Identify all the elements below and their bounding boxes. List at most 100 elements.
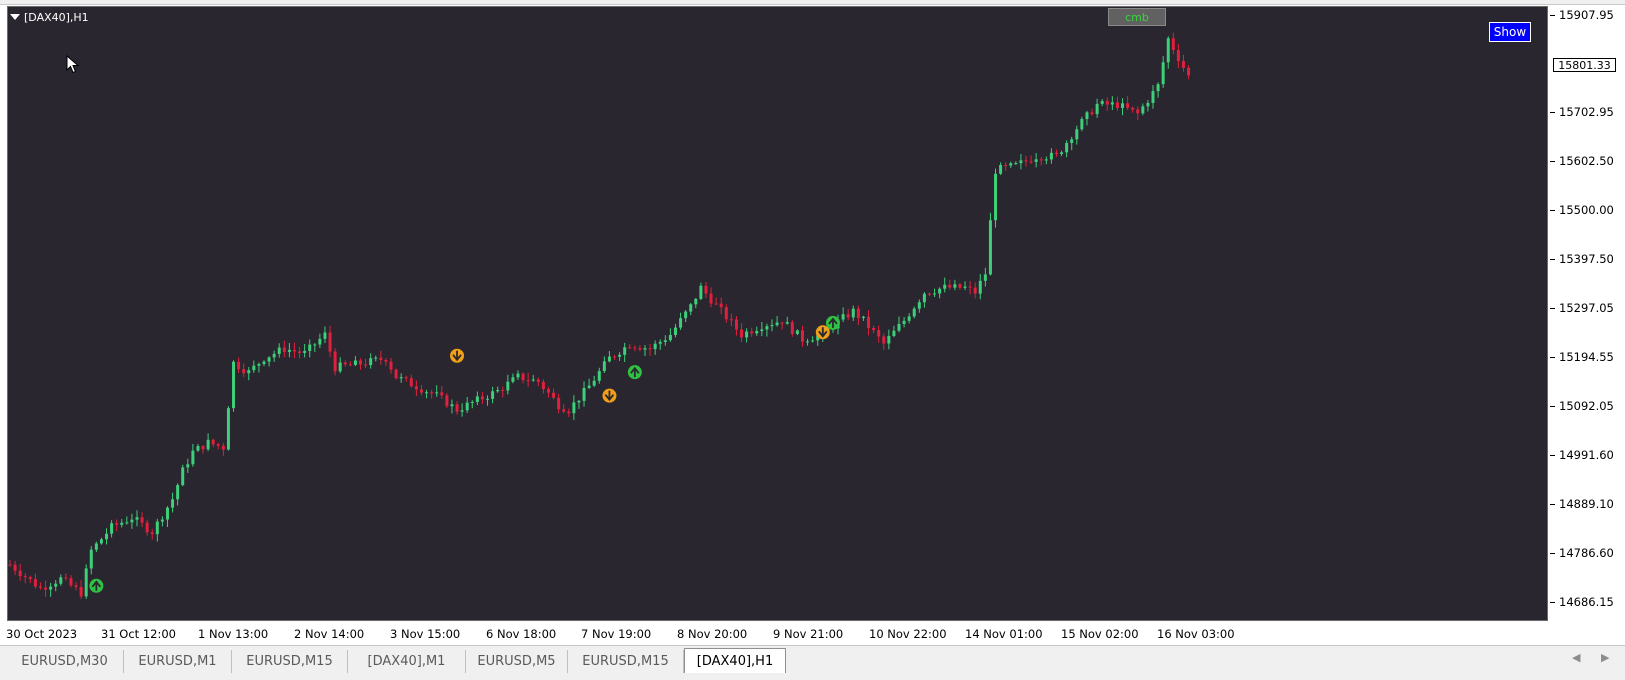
candle-body (425, 392, 429, 394)
candle-body (282, 347, 286, 352)
candle-body (760, 329, 764, 332)
candlestick-series (8, 32, 1191, 599)
candle-body (201, 446, 205, 450)
candle-body (455, 404, 459, 412)
candle-body (785, 322, 789, 324)
sell-signal-icon (602, 388, 617, 403)
buy-signal-icon (627, 365, 642, 380)
price-label: 15602.50 (1559, 154, 1614, 168)
candle-body (1085, 112, 1089, 120)
candle-body (927, 293, 931, 295)
show-button[interactable]: Show (1489, 22, 1531, 42)
time-label: 15 Nov 02:00 (1061, 627, 1139, 641)
tab-dax40-h1[interactable]: [DAX40],H1 (684, 648, 786, 673)
candle-body (907, 316, 911, 321)
price-label: 15397.50 (1559, 252, 1614, 266)
candle-body (618, 354, 622, 357)
tab-scroll-left-icon[interactable]: ◀ (1572, 651, 1580, 664)
time-label: 7 Nov 19:00 (581, 627, 652, 641)
candle-body (79, 587, 83, 597)
candle-body (1039, 159, 1043, 161)
candle-body (668, 334, 672, 341)
candle-body (902, 320, 906, 324)
time-label: 6 Nov 18:00 (486, 627, 557, 641)
candle-body (28, 577, 32, 579)
candle-body (724, 307, 728, 320)
candle-body (374, 357, 378, 359)
candle-body (846, 314, 850, 318)
candle-body (308, 344, 312, 351)
candle-body (887, 336, 891, 344)
candle-body (1054, 152, 1058, 155)
candle-body (99, 539, 103, 544)
candle-body (892, 330, 896, 337)
time-label: 14 Nov 01:00 (965, 627, 1043, 641)
tab-eurusd-m1[interactable]: EURUSD,M1 (124, 650, 232, 673)
candle-body (226, 408, 230, 450)
candle-body (216, 444, 220, 446)
price-label: 14686.15 (1559, 595, 1614, 609)
candle-body (983, 274, 987, 281)
candle-body (359, 360, 363, 365)
candle-body (64, 577, 68, 579)
candle-body (419, 389, 423, 393)
candle-body (69, 578, 73, 586)
candle-body (867, 316, 871, 328)
candle-body (369, 358, 373, 366)
candle-body (232, 361, 236, 409)
candle-body (1136, 109, 1140, 114)
time-label: 9 Nov 21:00 (773, 627, 844, 641)
candle-body (257, 363, 261, 366)
time-label: 10 Nov 22:00 (869, 627, 947, 641)
candle-body (958, 284, 962, 288)
candle-body (379, 357, 383, 360)
candle-body (465, 402, 469, 411)
candle-body (470, 401, 474, 403)
time-label: 16 Nov 03:00 (1157, 627, 1235, 641)
time-label: 2 Nov 14:00 (294, 627, 365, 641)
candle-body (1146, 102, 1150, 107)
candle-body (333, 351, 337, 372)
cmb-button[interactable]: cmb (1108, 8, 1166, 26)
candle-body (1019, 160, 1023, 164)
candle-body (552, 392, 556, 398)
candle-body (1156, 84, 1160, 92)
tab-eurusd-m5[interactable]: EURUSD,M5 (466, 650, 568, 673)
candle-body (49, 586, 53, 590)
candle-body (1121, 103, 1125, 108)
candle-body (323, 332, 327, 339)
candle-body (633, 347, 637, 349)
candle-body (968, 286, 972, 288)
tab-eurusd-m15[interactable]: EURUSD,M15 (232, 650, 348, 673)
candle-body (521, 373, 525, 381)
price-tick (1550, 455, 1555, 456)
candle-body (298, 351, 302, 353)
candle-body (491, 391, 495, 399)
candle-body (607, 356, 611, 362)
candle-body (176, 485, 180, 500)
candle-body (1151, 91, 1155, 103)
price-label: 14786.60 (1559, 546, 1614, 560)
candle-body (1171, 38, 1175, 51)
candle-body (719, 303, 723, 308)
sell-signal-icon (450, 348, 465, 363)
candle-body (252, 365, 256, 371)
candle-body (755, 331, 759, 334)
candle-body (948, 284, 952, 288)
tab-dax40-m1[interactable]: [DAX40],M1 (348, 650, 466, 673)
candle-body (882, 336, 886, 344)
candle-body (856, 308, 860, 318)
chart-title[interactable]: [DAX40],H1 (10, 9, 89, 25)
tab-eurusd-m15[interactable]: EURUSD,M15 (568, 650, 684, 673)
candle-body (963, 286, 967, 288)
candle-body (745, 331, 749, 338)
candle-body (1090, 112, 1094, 115)
candle-body (338, 362, 342, 372)
candle-body (602, 361, 606, 372)
tab-scroll-right-icon[interactable]: ▶ (1601, 651, 1609, 664)
chart-menu-triangle-icon[interactable] (10, 14, 20, 20)
candle-body (999, 165, 1003, 174)
candle-body (445, 395, 449, 407)
tab-eurusd-m30[interactable]: EURUSD,M30 (6, 650, 124, 673)
candle-body (206, 439, 210, 450)
